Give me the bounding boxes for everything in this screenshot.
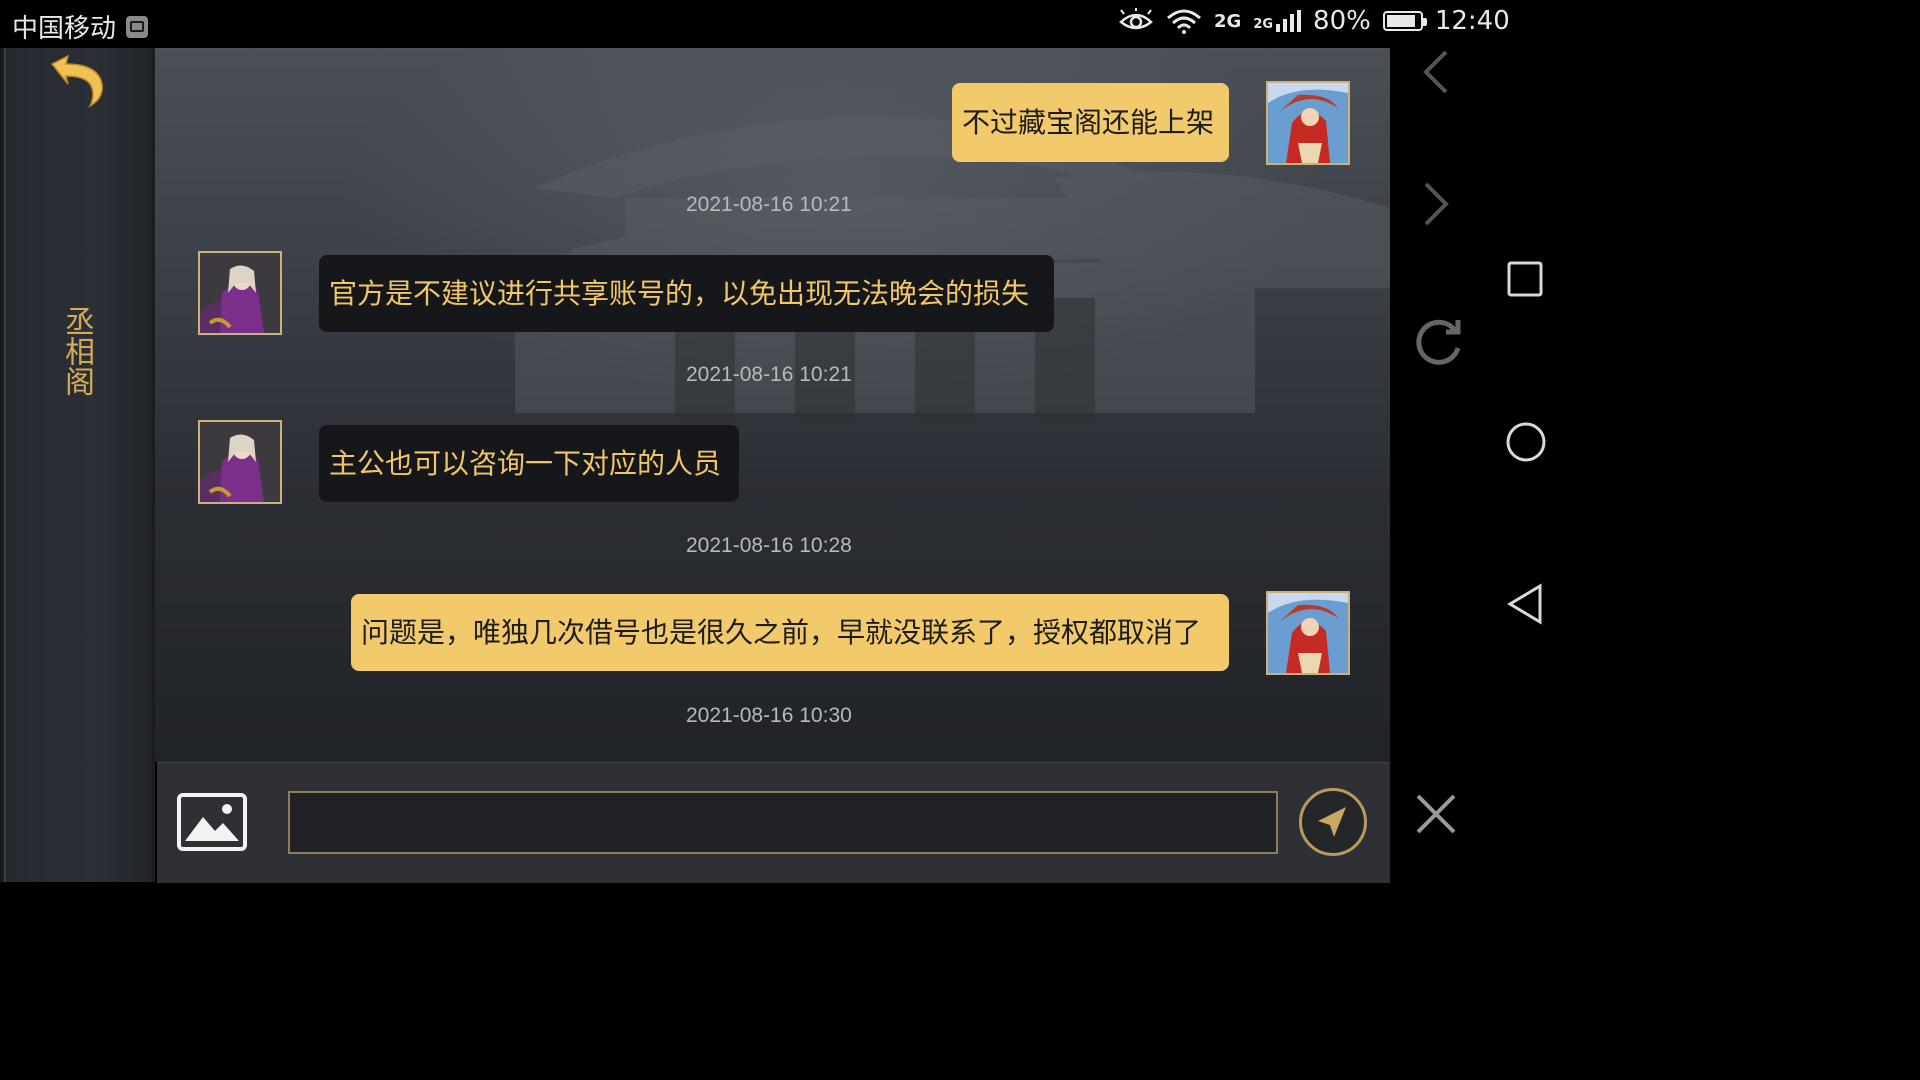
status-left: 中国移动	[12, 8, 149, 45]
close-x-icon[interactable]	[1414, 792, 1458, 836]
sidebar: 丞相阁	[0, 48, 155, 882]
carrier-label: 中国移动	[12, 14, 117, 44]
rotate-icon[interactable]	[1410, 314, 1466, 370]
battery-percent: 80%	[1313, 6, 1371, 36]
message-timestamp: 2021-08-16 10:21	[686, 363, 852, 386]
message-input[interactable]	[288, 791, 1278, 854]
image-picker-button[interactable]	[177, 793, 247, 851]
clock: 12:40	[1434, 6, 1510, 36]
image-notification-icon	[126, 15, 149, 38]
signal-icon	[1276, 10, 1302, 32]
message-timestamp: 2021-08-16 10:21	[686, 193, 852, 216]
send-button[interactable]	[1299, 788, 1367, 856]
chat-area[interactable]: 不过藏宝阁还能上架 2021-08-16 10:21 官方是不建议进行共享账号的…	[155, 48, 1390, 762]
service-avatar[interactable]	[198, 251, 282, 335]
nav-bar	[1390, 48, 1568, 882]
message-timestamp: 2021-08-16 10:30	[686, 704, 852, 727]
service-avatar-image	[200, 253, 280, 333]
image-picture-icon	[185, 804, 239, 841]
message-bubble-self[interactable]: 不过藏宝阁还能上架	[952, 83, 1229, 162]
status-right: 2G 2G 80% 12:40	[1118, 6, 1510, 36]
service-avatar-image	[200, 422, 280, 502]
back-triangle-icon[interactable]	[1504, 582, 1548, 626]
eye-comfort-icon	[1119, 8, 1153, 30]
self-avatar-image	[1268, 593, 1348, 673]
message-bubble-self[interactable]: 问题是，唯独几次借号也是很久之前，早就没联系了，授权都取消了	[351, 594, 1229, 671]
status-bar: 中国移动 2G 2G 80% 12:40	[0, 0, 1568, 48]
send-arrow-icon	[1318, 807, 1346, 837]
chevron-left-icon[interactable]	[1416, 48, 1456, 98]
battery-icon	[1382, 11, 1427, 31]
self-avatar-image	[1268, 83, 1348, 163]
network-type-1: 2G	[1214, 10, 1242, 32]
self-avatar[interactable]	[1266, 591, 1350, 675]
network-type-2: 2G	[1253, 17, 1274, 32]
back-arrow-icon[interactable]	[40, 54, 112, 110]
message-bubble-other[interactable]: 主公也可以咨询一下对应的人员	[319, 425, 739, 502]
service-avatar[interactable]	[198, 420, 282, 504]
sidebar-title: 丞相阁	[59, 306, 94, 396]
recents-square-icon[interactable]	[1506, 260, 1546, 300]
self-avatar[interactable]	[1266, 81, 1350, 165]
wifi-icon	[1167, 9, 1201, 34]
input-bar	[157, 762, 1390, 883]
chevron-right-icon[interactable]	[1416, 180, 1456, 230]
home-circle-icon[interactable]	[1504, 420, 1548, 464]
message-bubble-other[interactable]: 官方是不建议进行共享账号的，以免出现无法晚会的损失	[319, 255, 1054, 332]
message-timestamp: 2021-08-16 10:28	[686, 534, 852, 557]
